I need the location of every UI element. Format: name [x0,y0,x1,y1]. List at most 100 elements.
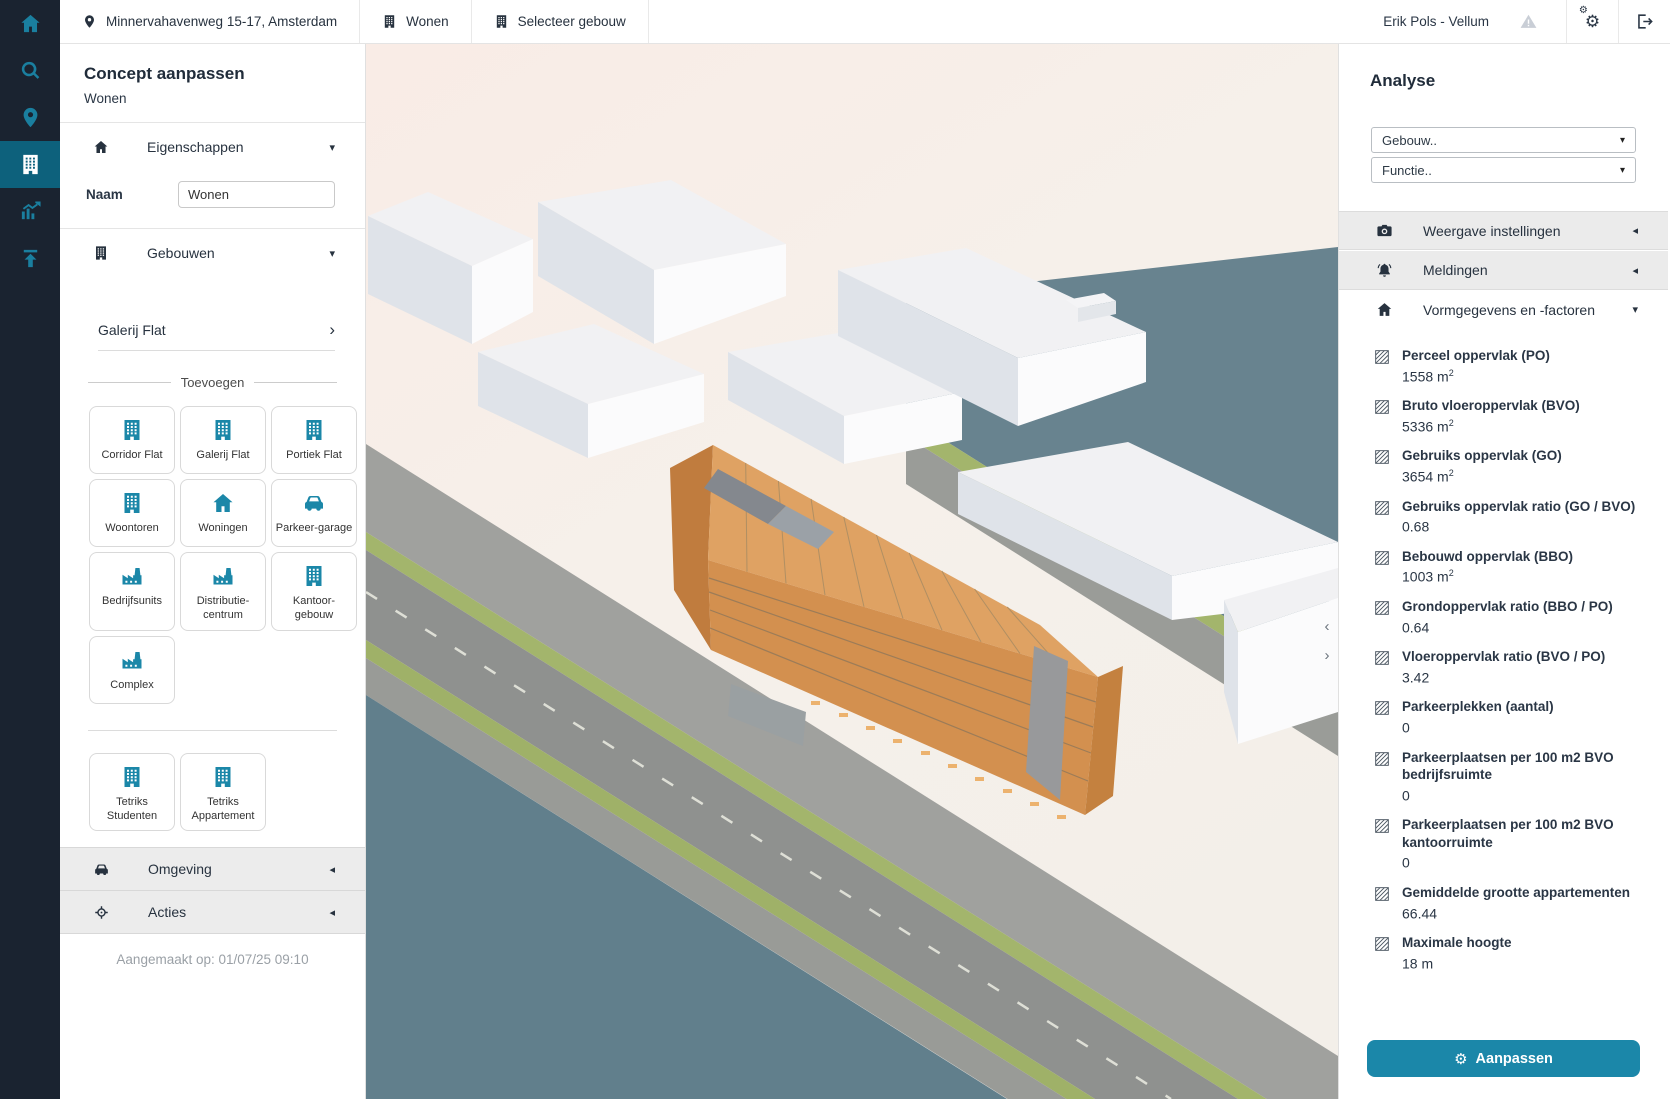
section-omgeving[interactable]: Omgeving ◂ [60,847,365,890]
hatched-square-icon [1374,550,1390,566]
hatched-square-icon [1374,700,1390,716]
naam-label: Naam [86,187,123,202]
section-gebouwen[interactable]: Gebouwen ▾ [60,229,365,277]
building-type-icon [120,564,144,588]
sidebar-icon [19,59,42,82]
building-type-icon [211,564,235,588]
metrics-list: Perceel oppervlak (PO) 1558 m2 Bruto vlo… [1339,329,1668,1036]
building-type-icon [120,765,144,789]
sidebar-icon [19,106,42,129]
gear-icon: ⚙ [1454,1050,1467,1068]
add-building-button[interactable]: Corridor Flat [89,406,175,474]
hatched-square-icon [1374,349,1390,365]
sidebar-item-home[interactable] [0,0,60,47]
aanpassen-button[interactable]: ⚙ Aanpassen [1367,1040,1640,1077]
hatched-square-icon [1374,818,1390,834]
add-building-button[interactable]: Portiek Flat [271,406,357,474]
panel-collapse-tabs: ‹ › [1319,617,1335,664]
analyse-sections: Weergave instellingen ◂ Meldingen ◂ Vorm… [1339,211,1668,329]
metric-item: Parkeerplaatsen per 100 m2 BVO bedrijfsr… [1374,749,1642,804]
functie-select[interactable]: Functie.. ▾ [1371,157,1636,183]
add-building-button[interactable]: Galerij Flat [180,406,266,474]
car-icon [93,861,110,878]
sidebar-item-buildings[interactable] [0,141,60,188]
chevron-left-icon[interactable]: ◂ [1632,224,1638,237]
building-type-icon [120,648,144,672]
hatched-square-icon [1374,399,1390,415]
3d-scene [366,44,1338,1099]
sidebar-item-search[interactable] [0,47,60,94]
add-building-button[interactable]: Parkeer-garage [271,479,357,547]
icon-rail [0,0,60,1099]
sidebar-item-upload[interactable] [0,235,60,282]
add-building-button[interactable]: Woningen [180,479,266,547]
metric-item: Gebruiks oppervlak ratio (GO / BVO) 0.68 [1374,498,1642,535]
hatched-square-icon [1374,936,1390,952]
building-type-icon [211,765,235,789]
home-icon [1376,301,1393,318]
section-meldingen[interactable]: Meldingen ◂ [1339,251,1668,290]
app-window: Minnervahavenweg 15-17, Amsterdam Wonen … [0,0,1670,1099]
chevron-left-icon[interactable]: ◂ [329,863,335,876]
section-weergave-instellingen[interactable]: Weergave instellingen ◂ [1339,211,1668,250]
breadcrumb-item-select-building[interactable]: Selecteer gebouw [472,0,649,43]
chevron-down-icon[interactable]: ▾ [329,141,335,154]
breadcrumb-item-location[interactable]: Minnervahavenweg 15-17, Amsterdam [60,0,360,43]
gebouw-select[interactable]: Gebouw.. ▾ [1371,127,1636,153]
breadcrumb-item-concept[interactable]: Wonen [360,0,472,43]
chevron-left-icon[interactable]: ◂ [329,906,335,919]
sidebar-icon [19,12,42,35]
hatched-square-icon [1374,449,1390,465]
sidebar-icon [19,247,42,270]
topbar: Minnervahavenweg 15-17, Amsterdam Wonen … [60,0,1670,44]
collapse-left-chevron[interactable]: ‹ [1319,617,1335,635]
camera-icon [1376,222,1393,239]
gebouwen-section: Gebouwen ▾ Galerij Flat › Toevoegen [60,228,365,831]
metric-item: Gemiddelde grootte appartementen 66.44 [1374,884,1642,921]
building-type-icon [211,491,235,515]
hatched-square-icon [1374,886,1390,902]
add-building-button[interactable]: Distributie-centrum [180,552,266,631]
analyse-title: Analyse [1339,44,1668,91]
3d-viewport[interactable]: ‹ › [366,44,1338,1099]
concept-panel: Concept aanpassen Wonen Eigenschappen ▾ … [60,44,366,1099]
section-eigenschappen[interactable]: Eigenschappen ▾ [60,123,365,171]
metric-item: Gebruiks oppervlak (GO) 3654 m2 [1374,447,1642,484]
logout-button[interactable] [1618,0,1670,43]
add-building-button[interactable]: Woontoren [89,479,175,547]
building-type-icon [120,418,144,442]
section-acties[interactable]: Acties ◂ [60,890,365,933]
sidebar-item-locations[interactable] [0,94,60,141]
metric-item: Parkeerplaatsen per 100 m2 BVO kantoorru… [1374,816,1642,871]
home-icon [93,139,109,155]
settings-button[interactable]: ⚙⚙ [1566,0,1618,43]
building-list-item[interactable]: Galerij Flat › [98,321,335,351]
add-building-button[interactable]: Complex [89,636,175,704]
metric-item: Maximale hoogte 18 m [1374,934,1642,971]
metric-item: Bruto vloeroppervlak (BVO) 5336 m2 [1374,397,1642,434]
section-vormgegevens[interactable]: Vormgegevens en -factoren ▾ [1339,290,1668,329]
caret-down-icon: ▾ [1620,165,1625,176]
chevron-left-icon[interactable]: ◂ [1632,264,1638,277]
caret-down-icon: ▾ [1620,135,1625,146]
hatched-square-icon [1374,751,1390,767]
gears-icon: ⚙⚙ [1585,13,1600,30]
sidebar-item-analytics[interactable] [0,188,60,235]
chevron-right-icon: › [329,321,335,338]
divider [88,730,337,731]
metric-item: Grondoppervlak ratio (BBO / PO) 0.64 [1374,598,1642,635]
collapse-right-chevron[interactable]: › [1319,646,1335,664]
template-building-button[interactable]: Tetriks Studenten [89,753,175,832]
toevoegen-divider: Toevoegen [88,375,337,390]
analyse-panel: Analyse Gebouw.. ▾ Functie.. ▾ Weergave … [1338,44,1668,1099]
template-building-button[interactable]: Tetriks Appartement [180,753,266,832]
chevron-down-icon[interactable]: ▾ [1632,303,1638,316]
metric-item: Perceel oppervlak (PO) 1558 m2 [1374,347,1642,384]
chevron-down-icon[interactable]: ▾ [329,247,335,260]
metric-item: Bebouwd oppervlak (BBO) 1003 m2 [1374,548,1642,585]
add-building-button[interactable]: Bedrijfsunits [89,552,175,631]
add-building-button[interactable]: Kantoor-gebouw [271,552,357,631]
naam-input[interactable] [178,181,335,208]
crosshair-icon [93,904,110,921]
breadcrumb: Minnervahavenweg 15-17, Amsterdam Wonen … [60,0,649,43]
